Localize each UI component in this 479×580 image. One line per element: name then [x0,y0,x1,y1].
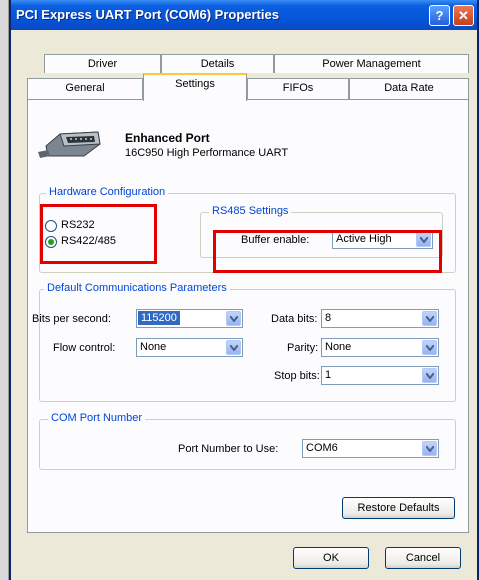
close-button[interactable]: ✕ [453,5,474,26]
port-number-dropdown[interactable]: COM6 [302,439,439,458]
com-port-group: COM Port Number Port Number to Use: COM6 [39,412,456,470]
tab-general[interactable]: General [27,78,143,100]
stop-bits-value: 1 [325,369,332,381]
stop-bits-dropdown[interactable]: 1 [321,366,439,385]
rs422-485-radio[interactable] [45,236,57,248]
rs485-settings-group: RS485 Settings Buffer enable: Active Hig… [200,205,443,258]
help-button[interactable]: ? [429,5,450,26]
settings-panel: Enhanced Port 16C950 High Performance UA… [27,99,469,533]
tab-label: General [65,82,105,94]
buffer-enable-value: Active High [336,233,392,245]
bits-per-second-dropdown[interactable]: 115200 [136,309,243,328]
comm-params-group: Default Communications Parameters Bits p… [32,282,456,402]
chevron-down-icon[interactable] [422,368,437,383]
chevron-down-icon[interactable] [226,311,241,326]
hardware-config-legend: Hardware Configuration [46,186,169,198]
chevron-down-icon[interactable] [226,340,241,355]
tab-driver[interactable]: Driver [44,54,161,73]
tab-fifos[interactable]: FIFOs [247,78,349,100]
data-bits-dropdown[interactable]: 8 [321,309,439,328]
tab-settings[interactable]: Settings [143,73,247,101]
rs232-radio[interactable] [45,220,57,232]
port-description: 16C950 High Performance UART [125,147,289,159]
tab-label: Power Management [322,58,421,70]
ok-label: OK [323,552,339,564]
tab-label: Details [200,58,235,70]
bits-per-second-label: Bits per second: [32,313,111,325]
com-port-legend: COM Port Number [48,412,146,424]
tab-label: Data Rate [384,82,434,94]
parity-label: Parity: [287,342,319,354]
tab-label: Settings [175,78,215,90]
tab-power-management[interactable]: Power Management [274,54,469,73]
port-number-value: COM6 [306,442,338,454]
title-bar[interactable]: PCI Express UART Port (COM6) Properties … [11,0,477,30]
parity-value: None [325,341,352,353]
ok-button[interactable]: OK [293,547,369,569]
cancel-button[interactable]: Cancel [385,547,461,569]
data-bits-label: Data bits: [271,313,318,325]
chevron-down-icon[interactable] [416,232,431,247]
buffer-enable-dropdown[interactable]: Active High [332,230,433,249]
radio-selected-dot [48,239,54,245]
parity-dropdown[interactable]: None [321,338,439,357]
close-icon: ✕ [458,8,469,23]
flow-control-dropdown[interactable]: None [136,338,243,357]
background-strip [0,0,8,580]
rs422-485-label[interactable]: RS422/485 [61,235,116,247]
restore-defaults-label: Restore Defaults [357,502,440,514]
port-name: Enhanced Port [125,131,210,145]
tab-label: Driver [87,58,118,70]
cancel-label: Cancel [405,552,441,564]
tab-details[interactable]: Details [161,54,274,73]
serial-port-icon [38,126,108,160]
comm-params-legend: Default Communications Parameters [44,282,230,294]
tab-label: FIFOs [282,82,314,94]
data-bits-value: 8 [325,312,332,324]
hardware-config-group: Hardware Configuration RS232 RS422/485 R… [39,186,456,273]
buffer-enable-label: Buffer enable: [241,234,310,246]
stop-bits-label: Stop bits: [274,370,320,382]
chevron-down-icon[interactable] [422,340,437,355]
port-number-label: Port Number to Use: [178,443,279,455]
tab-data-rate[interactable]: Data Rate [349,78,469,100]
rs485-settings-legend: RS485 Settings [209,205,292,217]
restore-defaults-button[interactable]: Restore Defaults [342,497,455,519]
help-icon: ? [435,8,444,23]
window-title: PCI Express UART Port (COM6) Properties [16,7,279,22]
chevron-down-icon[interactable] [422,441,437,456]
rs232-label[interactable]: RS232 [61,219,95,231]
flow-control-label: Flow control: [53,342,116,354]
bits-per-second-value: 115200 [138,311,180,325]
flow-control-value: None [140,341,167,353]
chevron-down-icon[interactable] [422,311,437,326]
